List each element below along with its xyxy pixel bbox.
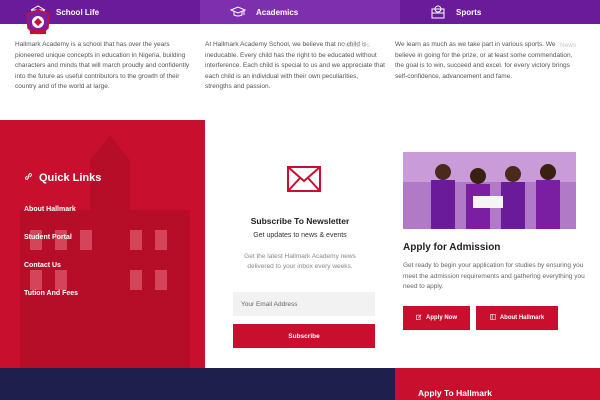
quick-link-tuition-fees[interactable]: Tution And Fees (24, 290, 78, 297)
about-hallmark-button[interactable]: About Hallmark (476, 306, 558, 330)
newsletter-subtitle: Get updates to news & events (253, 232, 347, 239)
about-hallmark-label: About Hallmark (499, 315, 545, 321)
admission-title: Apply for Admission (403, 242, 501, 253)
admission-panel: Apply for Admission Get ready to begin y… (395, 120, 600, 368)
newsletter-panel: Subscribe To Newsletter Get updates to n… (205, 120, 395, 368)
graduation-cap-icon (230, 5, 246, 19)
email-input[interactable] (233, 292, 375, 316)
students-reading-photo (403, 152, 576, 229)
quick-links-panel: Quick Links About Hallmark Student Porta… (0, 120, 205, 368)
book-icon (490, 314, 496, 322)
sports-icon (430, 5, 446, 19)
tab-academics[interactable]: Academics (200, 0, 400, 24)
top-tab-bar: School Life Academics Sports (0, 0, 600, 24)
apply-now-button[interactable]: Apply Now (403, 306, 470, 330)
apply-now-label: Apply Now (426, 315, 457, 321)
quick-links-heading: Quick Links (39, 172, 102, 184)
nav-about-us[interactable]: About Us (343, 42, 370, 49)
link-icon (24, 172, 33, 184)
quick-link-about-hallmark[interactable]: About Hallmark (24, 206, 76, 213)
tab-label: School Life (56, 7, 100, 17)
tab-sports[interactable]: Sports (400, 0, 600, 24)
building-background-image (20, 135, 190, 368)
intro-school-life-text: Hallmark Academy is a school that has ov… (15, 41, 190, 90)
intro-section: Hallmark Academy is a school that has ov… (0, 24, 600, 120)
school-logo[interactable] (24, 8, 52, 40)
admission-description: Get ready to begin your application for … (403, 262, 585, 290)
newsletter-title: Subscribe To Newsletter (250, 216, 350, 226)
quick-link-contact-us[interactable]: Contact Us (24, 262, 61, 269)
edit-icon (416, 314, 422, 322)
quick-link-student-portal[interactable]: Student Portal (24, 234, 72, 241)
nav-news[interactable]: News (560, 42, 576, 49)
tab-label: Academics (256, 7, 299, 17)
newsletter-description: Get the latest Hallmark Academy news del… (244, 253, 356, 270)
intro-sports-text: We learn as much as we take part in vari… (395, 41, 573, 80)
quick-links-title: Quick Links (24, 172, 101, 184)
envelope-icon (287, 166, 321, 192)
subscribe-button[interactable]: Subscribe (233, 324, 375, 348)
apply-to-hallmark-title: Apply To Hallmark (418, 388, 492, 398)
tab-label: Sports (456, 7, 482, 17)
